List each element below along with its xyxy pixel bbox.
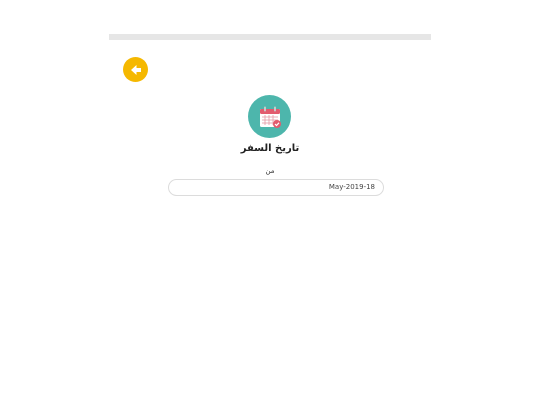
- calendar-icon: [259, 106, 281, 128]
- from-date-value: May-2019-18: [328, 183, 375, 191]
- back-button[interactable]: [123, 57, 148, 82]
- section-title: تاريخ السفر: [240, 143, 300, 154]
- from-date-field[interactable]: May-2019-18: [168, 179, 384, 196]
- arrow-left-icon: [130, 64, 141, 75]
- from-label: من: [265, 167, 275, 175]
- top-progress-bar: [109, 34, 431, 40]
- calendar-icon-badge: [248, 95, 291, 138]
